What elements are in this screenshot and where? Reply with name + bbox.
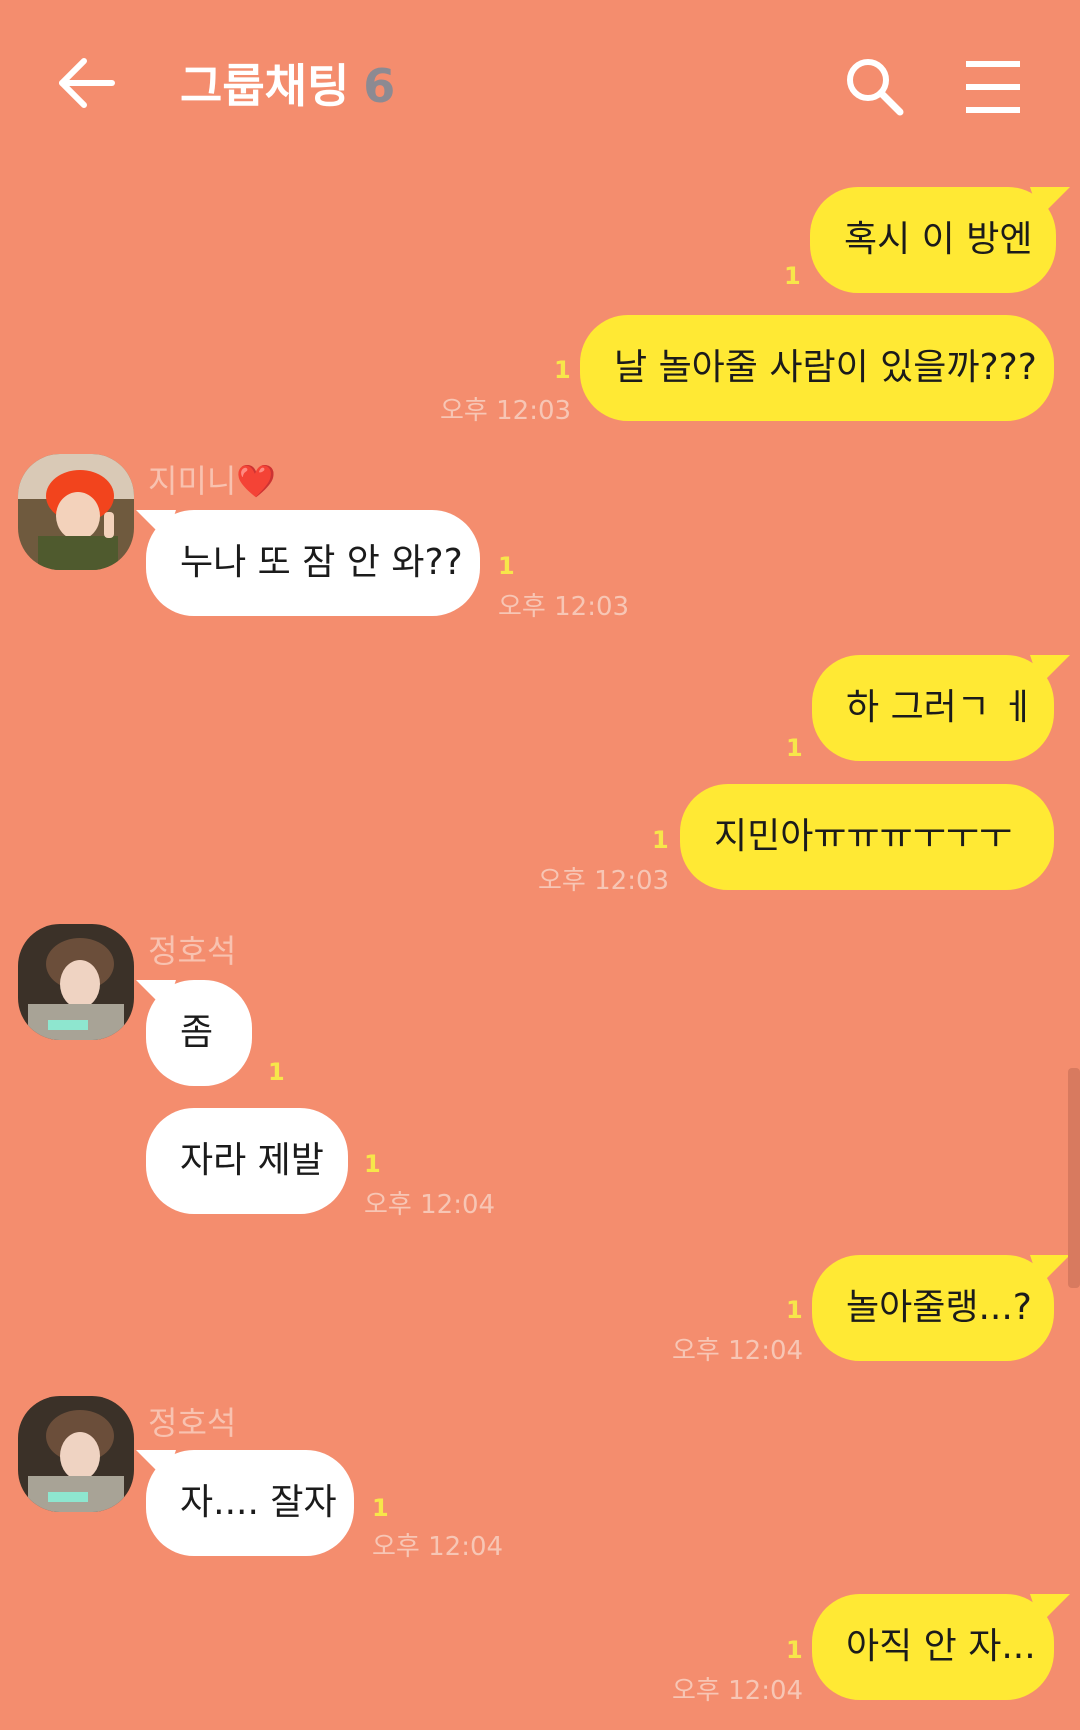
message-time: 오후 12:04 bbox=[372, 1532, 504, 1562]
avatar[interactable] bbox=[18, 924, 134, 1040]
unread-count: 1 bbox=[652, 826, 669, 854]
unread-count: 1 bbox=[786, 1636, 803, 1664]
message-text: 자.... 잘자 bbox=[180, 1482, 337, 1523]
message-text: 누나 또 잠 안 와?? bbox=[180, 542, 463, 583]
message-bubble[interactable]: 혹시 이 방엔 bbox=[810, 187, 1056, 293]
message-text: 아직 안 자... bbox=[846, 1626, 1036, 1667]
unread-count: 1 bbox=[784, 262, 801, 290]
bubble-tail bbox=[1030, 655, 1070, 685]
unread-count: 1 bbox=[364, 1150, 381, 1178]
message-text: 자라 제발 bbox=[180, 1140, 324, 1181]
message-time: 오후 12:04 bbox=[672, 1676, 804, 1706]
message-text: 혹시 이 방엔 bbox=[844, 219, 1033, 260]
message-bubble[interactable]: 놀아줄랭...? bbox=[812, 1255, 1054, 1361]
message-bubble[interactable]: 누나 또 잠 안 와?? bbox=[146, 510, 480, 616]
member-count: 6 bbox=[363, 59, 396, 113]
bubble-tail bbox=[1030, 1594, 1070, 1624]
sender-name: 정호석 bbox=[148, 932, 237, 970]
unread-count: 1 bbox=[268, 1058, 285, 1086]
message-bubble[interactable]: 좀 bbox=[146, 980, 252, 1086]
message-text: 놀아줄랭...? bbox=[846, 1287, 1032, 1328]
chat-title-text: 그룹채팅 bbox=[180, 59, 350, 113]
message-bubble[interactable]: 자.... 잘자 bbox=[146, 1450, 354, 1556]
scrollbar[interactable] bbox=[1068, 1068, 1080, 1288]
bubble-tail bbox=[1030, 187, 1070, 217]
unread-count: 1 bbox=[372, 1494, 389, 1522]
chat-header: 그룹채팅 6 bbox=[0, 0, 1080, 170]
message-bubble[interactable]: 자라 제발 bbox=[146, 1108, 348, 1214]
unread-count: 1 bbox=[786, 734, 803, 762]
avatar[interactable] bbox=[18, 1396, 134, 1512]
back-arrow-icon[interactable] bbox=[52, 48, 122, 118]
menu-icon[interactable] bbox=[962, 56, 1024, 118]
message-time: 오후 12:03 bbox=[440, 396, 572, 426]
message-time: 오후 12:04 bbox=[364, 1190, 496, 1220]
message-bubble[interactable]: 아직 안 자... bbox=[812, 1594, 1054, 1700]
bubble-tail bbox=[1030, 1255, 1070, 1285]
message-time: 오후 12:04 bbox=[672, 1336, 804, 1366]
message-bubble[interactable]: 하 그러ㄱ ㅔ bbox=[812, 655, 1054, 761]
unread-count: 1 bbox=[554, 356, 571, 384]
message-time: 오후 12:03 bbox=[538, 866, 670, 896]
sender-name: 지미니❤️ bbox=[148, 462, 277, 500]
message-text: 날 놀아줄 사람이 있을까??? bbox=[614, 347, 1037, 388]
chat-title: 그룹채팅 6 bbox=[180, 50, 395, 116]
unread-count: 1 bbox=[786, 1296, 803, 1324]
message-text: 하 그러ㄱ ㅔ bbox=[846, 687, 1035, 728]
unread-count: 1 bbox=[498, 552, 515, 580]
message-bubble[interactable]: 지민아ㅠㅠㅠㅜㅜㅜ bbox=[680, 784, 1054, 890]
message-bubble[interactable]: 날 놀아줄 사람이 있을까??? bbox=[580, 315, 1054, 421]
avatar[interactable] bbox=[18, 454, 134, 570]
message-text: 좀 bbox=[180, 1012, 214, 1053]
message-time: 오후 12:03 bbox=[498, 592, 630, 622]
search-icon[interactable] bbox=[840, 52, 910, 122]
sender-name: 정호석 bbox=[148, 1404, 237, 1442]
message-text: 지민아ㅠㅠㅠㅜㅜㅜ bbox=[714, 816, 1013, 857]
